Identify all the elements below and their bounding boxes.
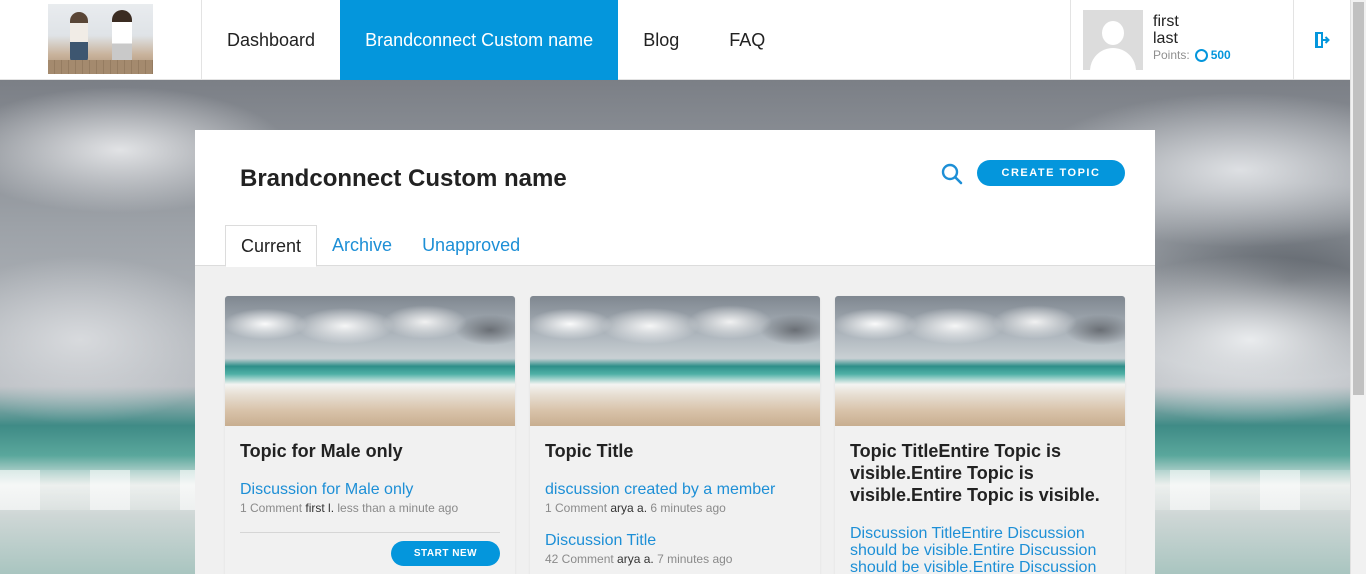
- points-value: 500: [1210, 48, 1231, 62]
- discussion-link[interactable]: discussion created by a member: [545, 481, 810, 498]
- topic-title[interactable]: Topic TitleEntire Topic is visible.Entir…: [850, 440, 1110, 506]
- logo-figure-left: [70, 12, 88, 62]
- discussion-link[interactable]: Discussion TitleEntire Discussion should…: [850, 525, 1110, 574]
- search-icon[interactable]: [940, 162, 964, 186]
- topic-card-image[interactable]: [835, 296, 1125, 426]
- forum-panel: Brandconnect Custom name CREATE TOPIC Cu…: [195, 130, 1155, 574]
- user-first-name: first: [1153, 13, 1179, 30]
- discussion-meta: 42 Comment arya a. 7 minutes ago: [545, 552, 732, 566]
- discussion-comments[interactable]: 1 Comment: [545, 501, 607, 515]
- avatar-shoulders: [1090, 48, 1136, 70]
- user-last-name: last: [1153, 30, 1178, 47]
- panel-header: Brandconnect Custom name CREATE TOPIC Cu…: [195, 130, 1155, 267]
- discussion-time: 7 minutes ago: [657, 552, 733, 566]
- discussion-author[interactable]: first l.: [305, 501, 334, 515]
- discussion-time: less than a minute ago: [337, 501, 459, 515]
- discussion-author[interactable]: arya a.: [617, 552, 654, 566]
- topic-card-image[interactable]: [225, 296, 515, 426]
- discussion-comments[interactable]: 42 Comment: [545, 552, 614, 566]
- start-new-button[interactable]: START NEW: [391, 541, 500, 566]
- discussion-link[interactable]: Discussion Title: [545, 532, 810, 549]
- brand-logo-image[interactable]: [48, 4, 153, 74]
- page-scrollbar[interactable]: [1350, 0, 1366, 574]
- logo-figure-right: [112, 10, 132, 64]
- logo-deck: [48, 60, 153, 74]
- tab-unapproved[interactable]: Unapproved: [407, 225, 535, 266]
- tab-archive[interactable]: Archive: [317, 225, 407, 266]
- discussion-author[interactable]: arya a.: [610, 501, 647, 515]
- page-title: Brandconnect Custom name: [240, 165, 567, 192]
- topic-card[interactable]: Topic Title discussion created by a memb…: [530, 296, 820, 574]
- discussion-time: 6 minutes ago: [650, 501, 726, 515]
- points-label: Points:: [1153, 48, 1190, 62]
- user-points: Points: 500: [1153, 48, 1231, 62]
- create-topic-button[interactable]: CREATE TOPIC: [977, 160, 1125, 186]
- logout-icon: [1315, 32, 1330, 48]
- points-coin-icon: [1194, 48, 1208, 62]
- topic-title[interactable]: Topic Title: [545, 440, 805, 462]
- discussion-meta: 1 Comment first l. less than a minute ag…: [240, 501, 458, 515]
- nav-dashboard[interactable]: Dashboard: [202, 0, 340, 80]
- nav-faq[interactable]: FAQ: [704, 0, 790, 80]
- logo-area[interactable]: [0, 0, 202, 80]
- logout-button[interactable]: [1294, 0, 1350, 80]
- nav-brandconnect[interactable]: Brandconnect Custom name: [340, 0, 619, 80]
- discussion-comments[interactable]: 1 Comment: [240, 501, 302, 515]
- tab-current[interactable]: Current: [225, 225, 318, 267]
- topic-card-image[interactable]: [530, 296, 820, 426]
- topic-card[interactable]: Topic TitleEntire Topic is visible.Entir…: [835, 296, 1125, 574]
- discussion-link[interactable]: Discussion for Male only: [240, 481, 505, 498]
- avatar[interactable]: [1083, 10, 1143, 70]
- topic-title[interactable]: Topic for Male only: [240, 440, 500, 462]
- avatar-head: [1102, 21, 1124, 45]
- card-divider: [240, 532, 500, 533]
- discussion-meta: 1 Comment arya a. 6 minutes ago: [545, 501, 726, 515]
- nav-blog[interactable]: Blog: [618, 0, 704, 80]
- topic-card[interactable]: Topic for Male only Discussion for Male …: [225, 296, 515, 574]
- topic-tabs: Current Archive Unapproved: [225, 225, 535, 267]
- top-navigation-bar: Dashboard Brandconnect Custom name Blog …: [0, 0, 1350, 80]
- scrollbar-thumb[interactable]: [1353, 2, 1364, 395]
- main-nav: Dashboard Brandconnect Custom name Blog …: [202, 0, 790, 80]
- user-profile[interactable]: first last Points: 500: [1070, 0, 1294, 80]
